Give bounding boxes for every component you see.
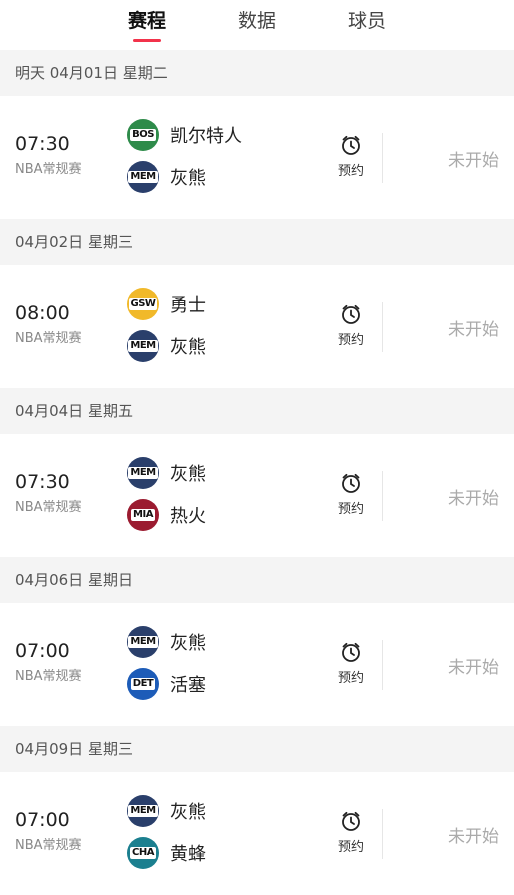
divider <box>382 302 383 352</box>
team-abbr: CHA <box>130 847 156 859</box>
team-away[interactable]: CHA 黄蜂 <box>127 836 206 870</box>
team-logo: CHA <box>127 837 159 869</box>
tab-schedule[interactable]: 赛程 <box>92 0 202 42</box>
divider <box>382 640 383 690</box>
team-abbr: GSW <box>128 298 158 310</box>
league-label: NBA常规赛 <box>15 331 82 346</box>
alarm-clock-icon <box>342 642 360 662</box>
team-abbr: MEM <box>128 467 158 479</box>
team-logo: MEM <box>127 457 159 489</box>
reminder-button[interactable]: 预约 <box>333 134 369 179</box>
alarm-clock-icon <box>342 135 360 155</box>
game-status: 未开始 <box>448 320 499 340</box>
team-home[interactable]: BOS 凯尔特人 <box>127 118 242 152</box>
game-row[interactable]: 07:00 NBA常规赛 MEM 灰熊 DET 活塞 预约 未开始 <box>0 603 514 726</box>
game-time-block: 07:30 NBA常规赛 <box>15 470 82 515</box>
team-name: 灰熊 <box>170 633 206 654</box>
team-home[interactable]: MEM 灰熊 <box>127 794 206 828</box>
tab-label: 球员 <box>347 10 386 32</box>
game-status: 未开始 <box>448 489 499 509</box>
game-status: 未开始 <box>448 151 499 171</box>
game-time-block: 07:00 NBA常规赛 <box>15 639 82 684</box>
reminder-label: 预约 <box>337 840 364 855</box>
divider <box>382 133 383 183</box>
tab-label: 赛程 <box>127 10 166 32</box>
team-name: 勇士 <box>170 295 206 316</box>
team-logo: GSW <box>127 288 159 320</box>
team-away[interactable]: MIA 热火 <box>127 498 206 532</box>
reminder-button[interactable]: 预约 <box>333 810 369 855</box>
team-home[interactable]: MEM 灰熊 <box>127 625 206 659</box>
team-away[interactable]: MEM 灰熊 <box>127 160 206 194</box>
active-tab-indicator <box>133 39 161 42</box>
alarm-clock-icon <box>342 304 360 324</box>
reminder-label: 预约 <box>337 333 364 348</box>
team-abbr: MEM <box>128 340 158 352</box>
divider <box>382 471 383 521</box>
league-label: NBA常规赛 <box>15 162 82 177</box>
team-name: 活塞 <box>170 675 206 696</box>
team-logo: MEM <box>127 795 159 827</box>
game-row[interactable]: 08:00 NBA常规赛 GSW 勇士 MEM 灰熊 预约 未开始 <box>0 265 514 388</box>
team-home[interactable]: MEM 灰熊 <box>127 456 206 490</box>
league-label: NBA常规赛 <box>15 669 82 684</box>
reminder-label: 预约 <box>337 671 364 686</box>
game-status: 未开始 <box>448 658 499 678</box>
team-name: 灰熊 <box>170 464 206 485</box>
team-name: 灰熊 <box>170 168 206 189</box>
reminder-button[interactable]: 预约 <box>333 472 369 517</box>
reminder-label: 预约 <box>337 502 364 517</box>
game-time-block: 07:30 NBA常规赛 <box>15 132 82 177</box>
reminder-label: 预约 <box>337 164 364 179</box>
team-name: 凯尔特人 <box>170 126 242 147</box>
tab-players[interactable]: 球员 <box>312 0 422 42</box>
reminder-button[interactable]: 预约 <box>333 303 369 348</box>
tab-label: 数据 <box>237 10 276 32</box>
date-header: 04月06日 星期日 <box>0 557 514 603</box>
team-logo: BOS <box>127 119 159 151</box>
team-logo: MIA <box>127 499 159 531</box>
game-time: 08:00 <box>15 302 70 324</box>
date-header: 04月04日 星期五 <box>0 388 514 434</box>
alarm-clock-icon <box>342 811 360 831</box>
reminder-button[interactable]: 预约 <box>333 641 369 686</box>
team-abbr: MEM <box>128 171 158 183</box>
team-abbr: MIA <box>131 509 155 521</box>
game-time: 07:30 <box>15 133 70 155</box>
team-logo: MEM <box>127 161 159 193</box>
team-abbr: MEM <box>128 805 158 817</box>
team-logo: MEM <box>127 626 159 658</box>
game-row[interactable]: 07:30 NBA常规赛 BOS 凯尔特人 MEM 灰熊 预约 未开始 <box>0 96 514 219</box>
team-name: 黄蜂 <box>170 844 206 865</box>
team-home[interactable]: GSW 勇士 <box>127 287 206 321</box>
team-away[interactable]: MEM 灰熊 <box>127 329 206 363</box>
game-status: 未开始 <box>448 827 499 847</box>
date-header: 04月02日 星期三 <box>0 219 514 265</box>
team-name: 灰熊 <box>170 337 206 358</box>
league-label: NBA常规赛 <box>15 500 82 515</box>
divider <box>382 809 383 859</box>
game-row[interactable]: 07:00 NBA常规赛 MEM 灰熊 CHA 黄蜂 预约 未开始 <box>0 772 514 895</box>
game-time: 07:00 <box>15 640 70 662</box>
game-time-block: 07:00 NBA常规赛 <box>15 808 82 853</box>
team-abbr: MEM <box>128 636 158 648</box>
team-name: 热火 <box>170 506 206 527</box>
team-name: 灰熊 <box>170 802 206 823</box>
date-header: 04月09日 星期三 <box>0 726 514 772</box>
schedule-list: 明天 04月01日 星期二 07:30 NBA常规赛 BOS 凯尔特人 MEM … <box>0 50 514 895</box>
game-row[interactable]: 07:30 NBA常规赛 MEM 灰熊 MIA 热火 预约 未开始 <box>0 434 514 557</box>
date-header: 明天 04月01日 星期二 <box>0 50 514 96</box>
tab-stats[interactable]: 数据 <box>202 0 312 42</box>
alarm-clock-icon <box>342 473 360 493</box>
team-abbr: BOS <box>130 129 156 141</box>
league-label: NBA常规赛 <box>15 838 82 853</box>
tab-bar: 赛程 数据 球员 <box>0 0 514 50</box>
game-time-block: 08:00 NBA常规赛 <box>15 301 82 346</box>
team-logo: MEM <box>127 330 159 362</box>
team-abbr: DET <box>130 678 156 690</box>
team-away[interactable]: DET 活塞 <box>127 667 206 701</box>
game-time: 07:00 <box>15 809 70 831</box>
game-time: 07:30 <box>15 471 70 493</box>
team-logo: DET <box>127 668 159 700</box>
